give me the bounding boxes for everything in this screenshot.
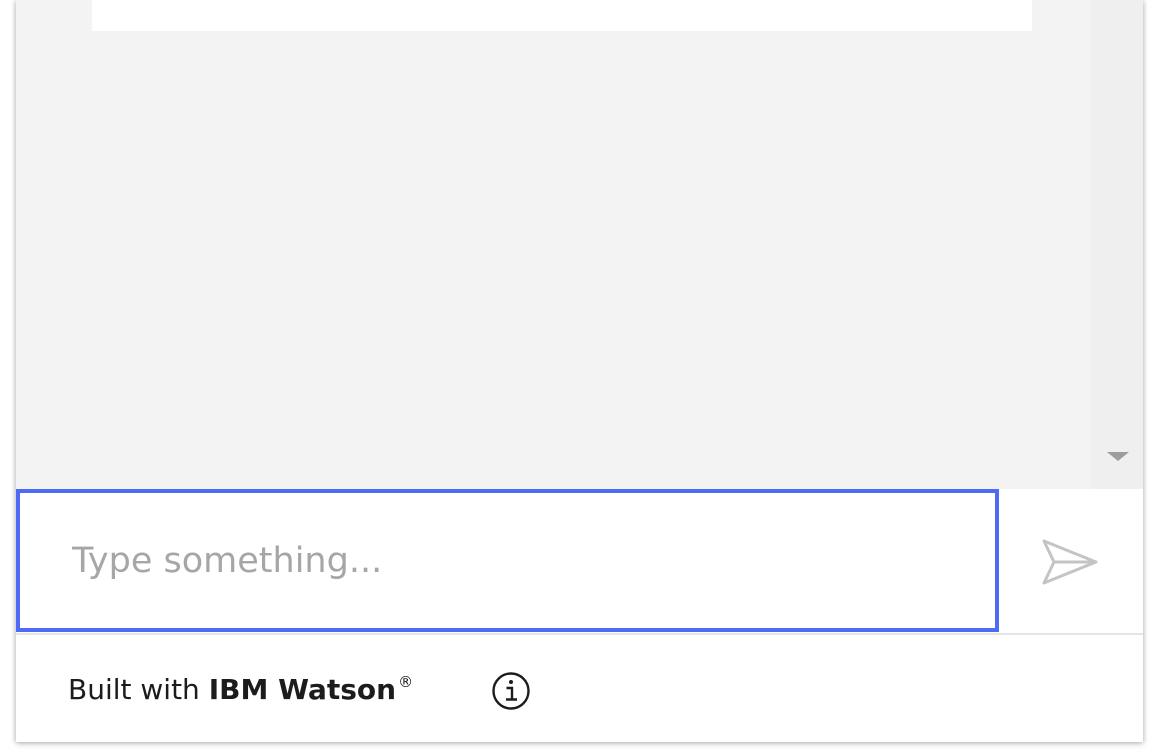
composer-row: [16, 489, 1143, 633]
scroll-down-arrow-icon[interactable]: [1107, 452, 1129, 461]
built-with-label: Built with IBM Watson ®: [68, 673, 413, 707]
info-icon: [492, 672, 530, 710]
message-card: [92, 0, 1032, 31]
brand-name: IBM Watson: [208, 673, 397, 706]
scrollbar-track[interactable]: [1091, 0, 1143, 489]
message-area: [16, 0, 1143, 489]
registered-mark: ®: [398, 673, 414, 691]
chat-panel: Built with IBM Watson®: [16, 0, 1143, 742]
info-button[interactable]: [491, 671, 531, 711]
footer: Built with IBM Watson ®: [16, 635, 1143, 742]
message-input[interactable]: [16, 489, 999, 632]
send-button[interactable]: [1020, 521, 1120, 603]
send-icon: [1042, 539, 1098, 585]
built-with-prefix: Built with: [68, 673, 200, 706]
chat-widget-stage: Built with IBM Watson®: [0, 0, 1154, 754]
